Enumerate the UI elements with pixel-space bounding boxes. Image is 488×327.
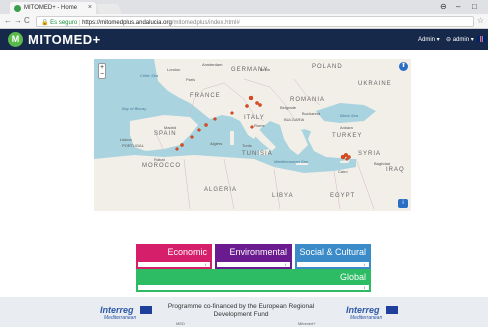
global-category-button[interactable]: Global i (136, 269, 371, 292)
economic-category-button[interactable]: Economic i (136, 244, 212, 269)
user-menu-label: admin ▾ (452, 37, 474, 43)
language-flag-icon[interactable] (477, 36, 486, 42)
map-label: Belgrade (280, 105, 297, 110)
map-label: Lisbon (120, 137, 132, 142)
compass-icon[interactable]: ⬆ (399, 62, 408, 71)
map-label: Celtic Sea (140, 73, 159, 78)
map-view[interactable]: Amsterdam POLAND London GERMANY Berlin C… (94, 59, 411, 211)
footer-small-right: Mitomed+ (298, 321, 316, 326)
global-info-icon[interactable]: i (362, 285, 367, 290)
bookmark-star-icon[interactable]: ☆ (477, 16, 484, 25)
tab-close-icon[interactable]: × (88, 4, 92, 11)
map-label: ALGERIA (204, 187, 238, 193)
interreg-logo-sub: Mediterranean (104, 315, 137, 321)
interreg-logo-right: Interreg Mediterranean (346, 305, 398, 321)
new-tab-button[interactable] (96, 4, 122, 14)
interreg-logo-name: Interreg (346, 305, 380, 315)
logo-icon: M (8, 32, 23, 47)
environmental-bar (217, 262, 290, 267)
social-cultural-bar (297, 262, 369, 267)
url-host: https://mitomedplus.andalucia.org (82, 20, 172, 26)
social-cultural-category-button[interactable]: Social & Cultural i (295, 244, 371, 269)
map-label: MOROCCO (142, 163, 181, 169)
global-label: Global (339, 272, 366, 282)
map-label: TUNISIA (242, 151, 273, 157)
map-label: Amsterdam (202, 62, 223, 67)
map-label: BULGARIA (284, 117, 305, 122)
footer: Interreg Mediterranean Programme co-fina… (0, 297, 488, 327)
zoom-in-button[interactable]: + (99, 64, 105, 71)
map-label: Algiers (210, 141, 223, 146)
lock-icon: 🔒 (41, 20, 49, 26)
maximize-button[interactable]: □ (472, 2, 477, 11)
map-info-button[interactable]: i (398, 199, 408, 208)
map-label: POLAND (312, 64, 343, 70)
favicon-icon (14, 5, 21, 12)
admin-menu[interactable]: Admin ▾ (418, 36, 440, 43)
map-label: SYRIA (358, 151, 382, 157)
interreg-logo-sub: Mediterranean (350, 315, 383, 321)
app-header: M MITOMED+ Admin ▾ ⊖ admin ▾ (0, 29, 488, 50)
map-label: EGYPT (330, 193, 356, 199)
map-label: IRAQ (386, 167, 405, 173)
environmental-info-icon[interactable]: i (283, 262, 288, 267)
map-label: Cairo (338, 169, 348, 174)
app-name[interactable]: MITOMED+ (28, 32, 101, 47)
interreg-logo-name: Interreg (100, 305, 134, 315)
map-label: Bucharest (302, 111, 321, 116)
map-label: Black Sea (340, 113, 359, 118)
map-label: FRANCE (190, 93, 221, 99)
map-label: Mediterranean Sea (274, 159, 309, 164)
social-cultural-info-icon[interactable]: i (362, 262, 367, 267)
map-label: TURKEY (332, 133, 363, 139)
footer-text: Programme co-financed by the European Re… (167, 303, 315, 318)
map-label: Paris (186, 77, 196, 82)
zoom-out-button[interactable]: − (99, 71, 105, 78)
tab-title: MITOMED+ - Home (24, 5, 78, 11)
reload-icon[interactable]: C (24, 16, 30, 25)
user-menu[interactable]: ⊖ admin ▾ (446, 36, 474, 43)
environmental-category-button[interactable]: Environmental i (215, 244, 292, 269)
map-label: Ankara (340, 125, 353, 130)
footer-small-left: MED (176, 321, 185, 326)
browser-tab-bar: MITOMED+ - Home × ⊖ – □ (0, 0, 488, 14)
map-label: ITALY (244, 115, 265, 121)
map-label: Madrid (164, 125, 177, 130)
map-label: Baghdad (374, 161, 391, 166)
environmental-label: Environmental (229, 247, 287, 257)
map-label: PORTUGAL (122, 143, 144, 148)
eu-flag-icon (386, 306, 398, 314)
map-label: London (167, 67, 181, 72)
economic-label: Economic (167, 247, 207, 257)
social-cultural-label: Social & Cultural (299, 247, 366, 257)
economic-bar (138, 262, 210, 267)
map-label: ROMANIA (290, 97, 326, 103)
eu-flag-icon (140, 306, 152, 314)
map-label: UKRAINE (358, 81, 392, 87)
secure-label: Es seguro (50, 20, 78, 26)
url-path: /mitomedplus/index.html# (171, 20, 240, 26)
browser-tab[interactable]: MITOMED+ - Home × (10, 2, 96, 14)
map-label: Bay of Biscay (122, 106, 147, 111)
minimize-button[interactable]: – (456, 2, 460, 11)
global-bar (138, 285, 369, 290)
interreg-logo-left: Interreg Mediterranean (100, 305, 152, 321)
address-bar[interactable]: 🔒 Es seguro | https://mitomedplus.andalu… (36, 16, 474, 27)
map-zoom-control: + − (98, 63, 106, 79)
map-label: SPAIN (154, 131, 177, 137)
map-label: Rabat (154, 157, 165, 162)
map-label: Berlin (260, 67, 271, 72)
back-icon[interactable]: ← (4, 16, 12, 25)
forward-icon[interactable]: → (14, 16, 22, 25)
map-label: LIBYA (272, 193, 294, 199)
map-label: Tunis (242, 143, 252, 148)
user-profile-icon[interactable]: ⊖ (440, 2, 447, 11)
economic-info-icon[interactable]: i (203, 262, 208, 267)
map-label: Rome (254, 123, 265, 128)
browser-toolbar: ← → C 🔒 Es seguro | https://mitomedplus.… (0, 14, 488, 29)
